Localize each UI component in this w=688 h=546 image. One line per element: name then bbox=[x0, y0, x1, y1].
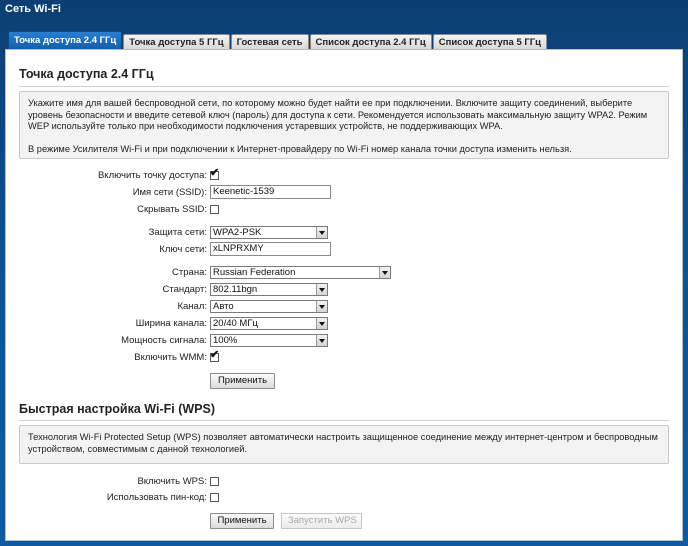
country-select-value: Russian Federation bbox=[213, 266, 296, 278]
enable-ap-checkbox[interactable]: ✔ bbox=[210, 166, 220, 180]
power-label: Мощность сигнала: bbox=[121, 334, 207, 346]
ap-info-box: Укажите имя для вашей беспроводной сети,… bbox=[19, 91, 669, 159]
apply-button[interactable]: Применить bbox=[210, 373, 275, 389]
wps-section-title: Быстрая настройка Wi-Fi (WPS) bbox=[19, 402, 216, 416]
start-wps-button[interactable]: Запустить WPS bbox=[281, 513, 362, 529]
chevron-down-icon bbox=[379, 266, 390, 278]
channel-width-label: Ширина канала: bbox=[135, 317, 207, 329]
settings-panel: Точка доступа 2.4 ГГц Укажите имя для ва… bbox=[5, 49, 683, 541]
standard-label: Стандарт: bbox=[162, 283, 207, 295]
chevron-down-icon bbox=[316, 226, 327, 238]
key-label: Ключ сети: bbox=[159, 243, 207, 255]
wmm-label: Включить WMM: bbox=[134, 351, 207, 363]
tab-guest-network[interactable]: Гостевая сеть bbox=[230, 34, 309, 49]
key-row: Ключ сети: xLNPRXMY bbox=[6, 242, 606, 256]
hide-ssid-row: Скрывать SSID: bbox=[6, 202, 606, 216]
ssid-label: Имя сети (SSID): bbox=[132, 186, 207, 198]
channel-label: Канал: bbox=[177, 300, 207, 312]
page-title: Сеть Wi-Fi bbox=[5, 3, 61, 15]
wps-info-text: Технология Wi-Fi Protected Setup (WPS) п… bbox=[28, 432, 658, 454]
enable-wps-label: Включить WPS: bbox=[137, 475, 207, 487]
use-pin-checkbox[interactable] bbox=[210, 492, 219, 502]
power-select-value: 100% bbox=[213, 334, 238, 346]
chevron-down-icon bbox=[316, 300, 327, 312]
chevron-down-icon bbox=[316, 317, 327, 329]
hide-ssid-checkbox[interactable] bbox=[210, 204, 219, 214]
country-select[interactable]: Russian Federation bbox=[210, 265, 391, 279]
ap-info-text: Укажите имя для вашей беспроводной сети,… bbox=[28, 98, 648, 132]
channel-width-select-value: 20/40 МГц bbox=[213, 317, 258, 329]
channel-width-row: Ширина канала: 20/40 МГц bbox=[6, 316, 606, 330]
channel-row: Канал: Авто bbox=[6, 299, 606, 313]
divider bbox=[19, 420, 669, 421]
use-pin-row: Использовать пин-код: bbox=[6, 490, 606, 504]
wmm-row: Включить WMM: ✔ bbox=[6, 348, 606, 364]
standard-row: Стандарт: 802.11bgn bbox=[6, 282, 606, 296]
enable-wps-row: Включить WPS: bbox=[6, 474, 606, 488]
security-select[interactable]: WPA2-PSK bbox=[210, 225, 328, 239]
ssid-input[interactable]: Keenetic-1539 bbox=[210, 185, 331, 199]
channel-select[interactable]: Авто bbox=[210, 299, 328, 313]
country-label: Страна: bbox=[172, 266, 207, 278]
enable-ap-row: Включить точку доступа: ✔ bbox=[6, 166, 606, 182]
enable-ap-label: Включить точку доступа: bbox=[97, 169, 207, 181]
security-row: Защита сети: WPA2-PSK bbox=[6, 225, 606, 239]
tab-ap-5[interactable]: Точка доступа 5 ГГц bbox=[123, 34, 230, 49]
chevron-down-icon bbox=[316, 334, 327, 346]
tab-access-list-5[interactable]: Список доступа 5 ГГц bbox=[432, 34, 547, 49]
tab-access-list-24[interactable]: Список доступа 2.4 ГГц bbox=[309, 34, 432, 49]
hide-ssid-label: Скрывать SSID: bbox=[137, 203, 207, 215]
tab-bar: Точка доступа 2.4 ГГц Точка доступа 5 ГГ… bbox=[8, 31, 548, 49]
ap-section-title: Точка доступа 2.4 ГГц bbox=[19, 67, 154, 81]
channel-select-value: Авто bbox=[213, 300, 234, 312]
use-pin-label: Использовать пин-код: bbox=[106, 491, 207, 503]
tab-ap-24[interactable]: Точка доступа 2.4 ГГц bbox=[8, 31, 123, 49]
country-row: Страна: Russian Federation bbox=[6, 265, 606, 279]
standard-select[interactable]: 802.11bgn bbox=[210, 282, 328, 296]
checkmark-icon: ✔ bbox=[210, 166, 220, 179]
ssid-row: Имя сети (SSID): Keenetic-1539 bbox=[6, 185, 606, 199]
network-key-input[interactable]: xLNPRXMY bbox=[210, 242, 331, 256]
wps-info-box: Технология Wi-Fi Protected Setup (WPS) п… bbox=[19, 425, 669, 464]
security-select-value: WPA2-PSK bbox=[213, 226, 262, 238]
security-label: Защита сети: bbox=[148, 226, 207, 238]
chevron-down-icon bbox=[316, 283, 327, 295]
standard-select-value: 802.11bgn bbox=[213, 283, 258, 295]
wps-apply-button[interactable]: Применить bbox=[210, 513, 274, 529]
ap-info-note: В режиме Усилителя Wi-Fi и при подключен… bbox=[28, 143, 572, 154]
checkmark-icon: ✔ bbox=[210, 348, 220, 361]
enable-wps-checkbox[interactable] bbox=[210, 476, 219, 486]
power-row: Мощность сигнала: 100% bbox=[6, 333, 606, 347]
power-select[interactable]: 100% bbox=[210, 333, 328, 347]
divider bbox=[19, 86, 669, 87]
wmm-checkbox[interactable]: ✔ bbox=[210, 348, 220, 362]
channel-width-select[interactable]: 20/40 МГц bbox=[210, 316, 328, 330]
